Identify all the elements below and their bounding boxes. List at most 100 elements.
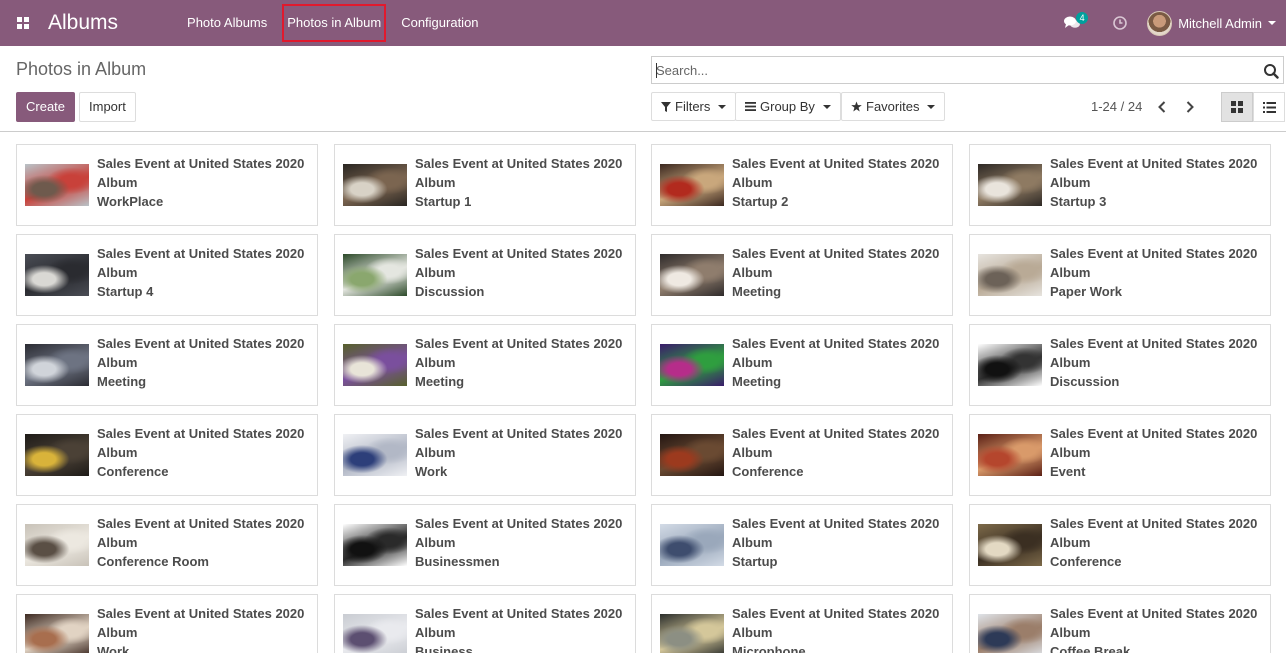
search-icon[interactable] xyxy=(1263,63,1279,79)
photo-thumbnail xyxy=(343,164,407,206)
caret-down-icon xyxy=(822,104,831,109)
kanban-card[interactable]: Sales Event at United States 2020 Album Di… xyxy=(334,234,636,316)
card-details: Sales Event at United States 2020 Album Wo… xyxy=(415,424,631,481)
import-button[interactable]: Import xyxy=(79,92,136,122)
kanban-card[interactable]: Sales Event at United States 2020 Album Bu… xyxy=(334,594,636,653)
card-photo-name: Meeting xyxy=(415,374,465,389)
kanban-card[interactable]: Sales Event at United States 2020 Album Me… xyxy=(16,324,318,406)
photo-thumbnail xyxy=(660,524,724,566)
card-details: Sales Event at United States 2020 Album Me… xyxy=(415,334,631,391)
list-icon xyxy=(1262,101,1276,113)
kanban-card[interactable]: Sales Event at United States 2020 Album Me… xyxy=(334,324,636,406)
kanban-card[interactable]: Sales Event at United States 2020 Album Di… xyxy=(969,324,1271,406)
user-menu[interactable]: Mitchell Admin xyxy=(1147,0,1286,46)
menu-photo-albums[interactable]: Photo Albums xyxy=(178,0,276,46)
kanban-grid-icon xyxy=(1231,101,1243,113)
pager-value[interactable]: 1-24 / 24 xyxy=(1091,99,1142,114)
kanban-card[interactable]: Sales Event at United States 2020 Album Co… xyxy=(16,414,318,496)
apps-menu-icon[interactable] xyxy=(0,0,46,46)
kanban-card[interactable]: Sales Event at United States 2020 Album Mi… xyxy=(651,594,953,653)
bars-icon xyxy=(745,102,756,111)
kanban-card[interactable]: Sales Event at United States 2020 Album St… xyxy=(16,234,318,316)
card-event-name: Sales Event at United States 2020 xyxy=(1050,426,1258,441)
card-record-type: Album xyxy=(415,445,456,460)
card-details: Sales Event at United States 2020 Album Me… xyxy=(97,334,313,391)
kanban-card[interactable]: Sales Event at United States 2020 Album St… xyxy=(651,504,953,586)
filters-dropdown[interactable]: Filters xyxy=(651,92,737,121)
create-button[interactable]: Create xyxy=(16,92,76,122)
activity-clock-icon[interactable] xyxy=(1107,0,1133,46)
card-details: Sales Event at United States 2020 Album Bu… xyxy=(415,514,631,571)
text-cursor xyxy=(656,63,657,78)
card-photo-name: Microphone xyxy=(732,644,806,653)
favorites-label: Favorites xyxy=(866,99,920,114)
card-record-type: Album xyxy=(732,175,773,190)
card-event-name: Sales Event at United States 2020 xyxy=(415,156,623,171)
groupby-label: Group By xyxy=(760,99,815,114)
card-record-type: Album xyxy=(97,625,138,640)
kanban-card[interactable]: Sales Event at United States 2020 Album Co… xyxy=(969,594,1271,653)
card-photo-name: Startup 1 xyxy=(415,194,472,209)
card-photo-name: Meeting xyxy=(732,374,782,389)
filters-label: Filters xyxy=(675,99,711,114)
app-brand[interactable]: Albums xyxy=(48,0,118,46)
kanban-card[interactable]: Sales Event at United States 2020 Album Pa… xyxy=(969,234,1271,316)
card-details: Sales Event at United States 2020 Album Co… xyxy=(1050,514,1266,571)
card-event-name: Sales Event at United States 2020 xyxy=(1050,246,1258,261)
card-details: Sales Event at United States 2020 Album Me… xyxy=(732,244,948,301)
card-details: Sales Event at United States 2020 Album St… xyxy=(732,154,948,211)
pager-next-button[interactable] xyxy=(1179,96,1201,118)
card-photo-name: Startup 4 xyxy=(97,284,154,299)
menu-photos-in-album[interactable]: Photos in Album xyxy=(278,0,390,46)
card-details: Sales Event at United States 2020 Album St… xyxy=(97,244,313,301)
card-record-type: Album xyxy=(732,625,773,640)
card-event-name: Sales Event at United States 2020 xyxy=(1050,516,1258,531)
photo-thumbnail xyxy=(978,254,1042,296)
kanban-view-button[interactable] xyxy=(1221,92,1253,122)
card-record-type: Album xyxy=(1050,445,1091,460)
chevron-left-icon xyxy=(1158,101,1166,113)
favorites-dropdown[interactable]: Favorites xyxy=(841,92,946,121)
card-event-name: Sales Event at United States 2020 xyxy=(97,516,305,531)
messages-icon[interactable]: 4 xyxy=(1057,0,1089,46)
photo-thumbnail xyxy=(978,164,1042,206)
kanban-card[interactable]: Sales Event at United States 2020 Album Co… xyxy=(651,414,953,496)
card-event-name: Sales Event at United States 2020 xyxy=(1050,606,1258,621)
card-event-name: Sales Event at United States 2020 xyxy=(415,516,623,531)
messages-count-badge: 4 xyxy=(1076,12,1089,24)
top-navbar: Albums Photo Albums Photos in Album Conf… xyxy=(0,0,1286,46)
filter-icon xyxy=(661,101,671,112)
photo-thumbnail xyxy=(660,344,724,386)
pager-previous-button[interactable] xyxy=(1151,96,1173,118)
kanban-card[interactable]: Sales Event at United States 2020 Album Ev… xyxy=(969,414,1271,496)
card-details: Sales Event at United States 2020 Album Mi… xyxy=(732,604,948,653)
photo-thumbnail xyxy=(25,344,89,386)
list-view-button[interactable] xyxy=(1253,92,1285,122)
card-record-type: Album xyxy=(732,355,773,370)
kanban-card[interactable]: Sales Event at United States 2020 Album Me… xyxy=(651,234,953,316)
search-input[interactable] xyxy=(652,57,1283,83)
kanban-card[interactable]: Sales Event at United States 2020 Album Co… xyxy=(16,504,318,586)
card-details: Sales Event at United States 2020 Album Pa… xyxy=(1050,244,1266,301)
kanban-card[interactable]: Sales Event at United States 2020 Album Wo… xyxy=(16,144,318,226)
kanban-card[interactable]: Sales Event at United States 2020 Album St… xyxy=(651,144,953,226)
card-details: Sales Event at United States 2020 Album Co… xyxy=(97,424,313,481)
card-details: Sales Event at United States 2020 Album Co… xyxy=(1050,604,1266,653)
card-details: Sales Event at United States 2020 Album Wo… xyxy=(97,604,313,653)
kanban-card[interactable]: Sales Event at United States 2020 Album Bu… xyxy=(334,504,636,586)
kanban-card[interactable]: Sales Event at United States 2020 Album Me… xyxy=(651,324,953,406)
photo-thumbnail xyxy=(343,614,407,653)
search-box xyxy=(651,56,1284,84)
kanban-card[interactable]: Sales Event at United States 2020 Album St… xyxy=(969,144,1271,226)
kanban-card[interactable]: Sales Event at United States 2020 Album Wo… xyxy=(334,414,636,496)
card-record-type: Album xyxy=(415,355,456,370)
menu-configuration[interactable]: Configuration xyxy=(392,0,487,46)
photo-thumbnail xyxy=(25,524,89,566)
card-photo-name: Conference xyxy=(1050,554,1122,569)
kanban-card[interactable]: Sales Event at United States 2020 Album Wo… xyxy=(16,594,318,653)
groupby-dropdown[interactable]: Group By xyxy=(735,92,841,121)
card-photo-name: Business xyxy=(415,644,473,653)
kanban-card[interactable]: Sales Event at United States 2020 Album St… xyxy=(334,144,636,226)
kanban-card[interactable]: Sales Event at United States 2020 Album Co… xyxy=(969,504,1271,586)
photo-thumbnail xyxy=(343,524,407,566)
